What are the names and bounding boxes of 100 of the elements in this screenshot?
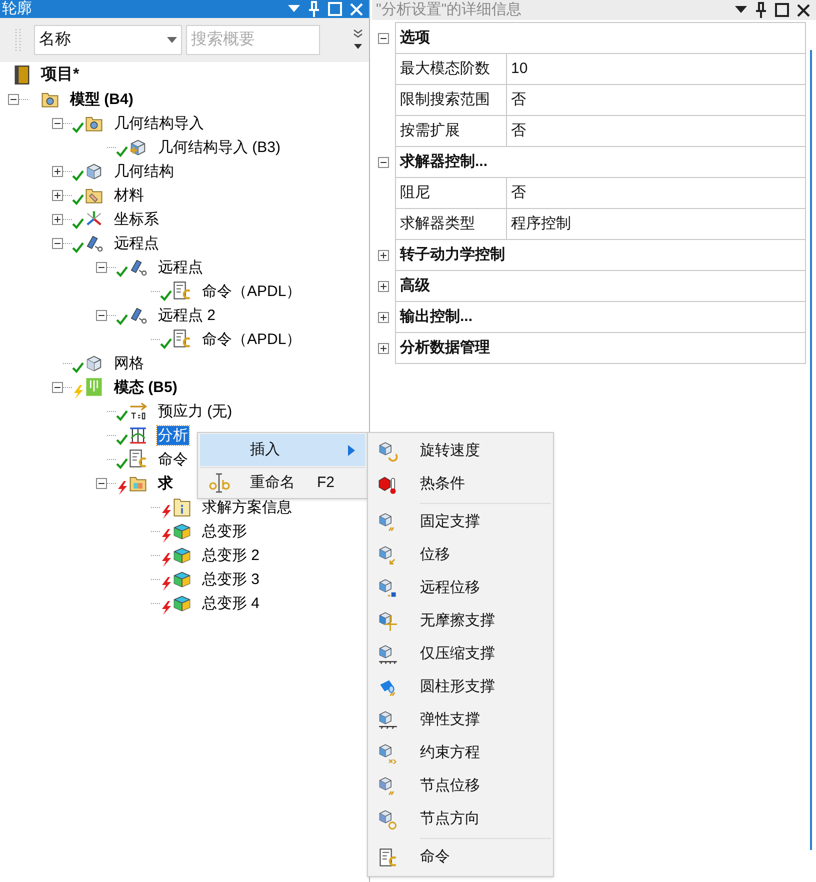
result-cubes-icon [172,569,192,589]
book-icon [12,65,32,85]
column-dropdown[interactable]: 名称 [34,25,182,55]
constraint-equation-icon [378,744,398,764]
thermometer-icon [378,474,398,494]
nodal-orientation-icon [378,810,398,830]
modal-icon [84,377,104,397]
tree-item[interactable]: 模型 (B4) [69,90,134,108]
group-header[interactable]: 输出控制... [395,301,806,333]
tree-item[interactable]: 远程点 [113,234,160,252]
expander-toggle[interactable] [378,312,389,323]
command-icon [172,329,192,349]
scrollbar[interactable] [810,50,812,850]
expander-toggle[interactable] [96,478,107,488]
property-name: 限制搜索范围 [395,84,507,116]
pin-icon[interactable] [755,2,767,18]
property-name: 按需扩展 [395,115,507,147]
menu-item[interactable]: 固定支撑 [368,506,553,539]
menu-item[interactable]: 插入 [200,434,365,466]
expander-toggle[interactable] [52,382,63,392]
maximize-icon[interactable] [775,3,789,17]
menu-item[interactable]: 仅压缩支撑 [368,638,553,671]
arrow-icon [128,401,148,421]
tree-item[interactable]: 模态 (B5) [113,378,178,396]
info-folder-icon [172,497,192,517]
expander-toggle[interactable] [378,250,389,261]
tree-item[interactable]: 远程点 [157,258,204,276]
tree-item[interactable]: 网格 [113,354,145,372]
tree-root-label[interactable]: 项目* [41,63,80,87]
menu-item[interactable]: 位移 [368,539,553,572]
menu-item[interactable]: 无摩擦支撑 [368,605,553,638]
group-header[interactable]: 高级 [395,270,806,302]
menu-item[interactable]: 约束方程 [368,737,553,770]
command-icon [378,848,398,868]
menu-item[interactable]: 圆柱形支撑 [368,671,553,704]
tree-item[interactable]: 总变形 2 [201,546,261,564]
result-cubes-icon [172,521,192,541]
menu-item[interactable]: 远程位移 [368,572,553,605]
menu-item[interactable]: 热条件 [368,468,553,501]
panel-title: "分析设置"的详细信息 [375,1,522,19]
cubes-icon [84,161,104,181]
menu-item[interactable]: 节点方向 [368,803,553,836]
tree-item[interactable]: 几何结构 [113,162,175,180]
tree-item[interactable]: 总变形 4 [201,594,261,612]
command-icon [172,281,192,301]
expander-toggle[interactable] [378,343,389,354]
tree-item[interactable]: 坐标系 [113,210,160,228]
tree-item[interactable]: 总变形 [201,522,248,540]
dropdown-icon[interactable] [735,6,747,14]
expander-toggle[interactable] [378,281,389,292]
tree-item[interactable]: 远程点 2 [157,306,217,324]
tree-item[interactable]: 求 [157,474,174,492]
search-field[interactable]: 搜索概要 [186,25,320,55]
group-header[interactable]: 分析数据管理 [395,332,806,364]
expander-toggle[interactable] [52,118,63,128]
menu-item[interactable]: 重命名 F2 [200,469,365,497]
tree-item[interactable]: 求解方案信息 [201,498,293,516]
overflow-chevron-icon[interactable] [353,29,363,51]
tree-item[interactable]: 总变形 3 [201,570,261,588]
close-icon[interactable] [797,4,810,16]
group-header[interactable]: 求解器控制... [395,146,806,178]
cylinder-icon [378,678,398,698]
tree-item[interactable]: 几何结构导入 (B3) [157,138,282,156]
expander-toggle[interactable] [378,157,389,168]
remote-displacement-icon [378,578,398,598]
cubes-icon [128,137,148,157]
result-cubes-icon [172,593,192,613]
expander-toggle[interactable] [96,310,107,320]
property-name: 求解器类型 [395,208,507,240]
rotation-icon [378,442,398,462]
command-icon [128,449,148,469]
tree-item[interactable]: 分析 [157,426,189,444]
menu-item[interactable]: 弹性支撑 [368,704,553,737]
remote-point-icon [128,305,148,325]
menu-item[interactable]: 命令 [368,841,553,874]
tree-item[interactable]: 几何结构导入 [113,114,205,132]
expander-toggle[interactable] [52,190,63,200]
compression-support-icon [378,644,398,664]
expander-toggle[interactable] [8,94,19,104]
tree-item[interactable]: 命令（APDL） [201,282,302,300]
tree-item[interactable]: 命令 [157,450,189,468]
grip-icon[interactable] [14,27,22,53]
menu-item[interactable]: 节点位移 [368,770,553,803]
menu-item[interactable]: 旋转速度 [368,435,553,468]
displacement-icon [378,546,398,566]
tree-item[interactable]: 材料 [113,186,145,204]
expander-toggle[interactable] [96,262,107,272]
rename-icon [208,472,232,494]
expander-toggle[interactable] [378,33,389,44]
group-header[interactable]: 选项 [395,22,806,54]
mesh-icon [84,353,104,373]
expander-toggle[interactable] [52,238,63,248]
result-cubes-icon [172,545,192,565]
tree-item[interactable]: 命令（APDL） [201,330,302,348]
tree-item[interactable]: 预应力 (无) [157,402,234,420]
submenu-arrow-icon [348,444,355,456]
group-header[interactable]: 转子动力学控制 [395,239,806,271]
property-name: 阻尼 [395,177,507,209]
expander-toggle[interactable] [52,214,63,224]
expander-toggle[interactable] [52,166,63,176]
